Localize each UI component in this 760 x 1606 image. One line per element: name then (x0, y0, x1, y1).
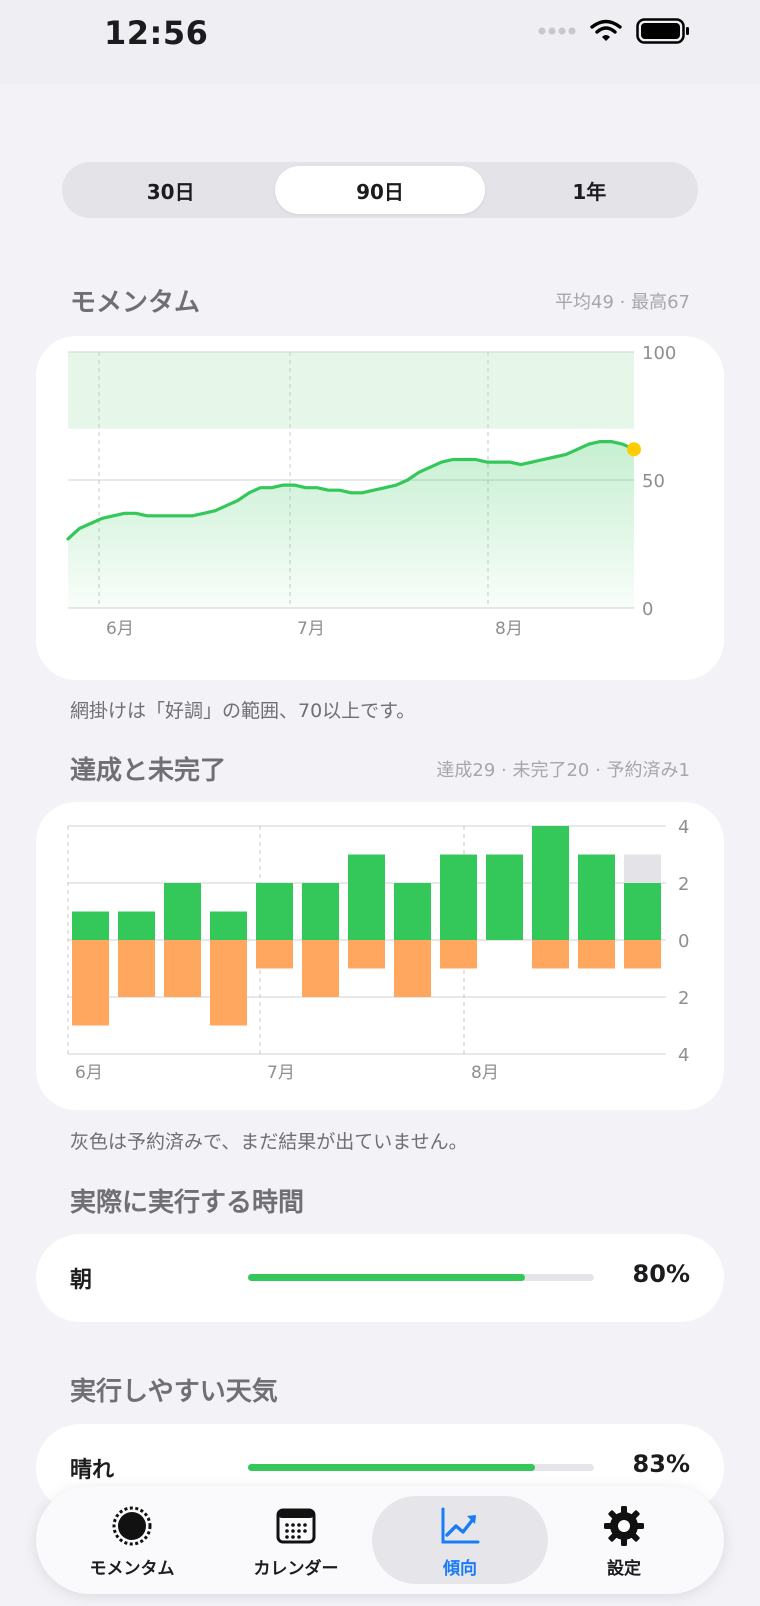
y-tick-label: 2 (678, 988, 689, 1009)
status-time: 12:56 (104, 14, 209, 52)
y-tick-label: 0 (642, 599, 653, 620)
missed-bar (256, 940, 293, 969)
y-tick-label: 0 (678, 931, 689, 952)
status-bar: 12:56 (0, 0, 760, 84)
momentum-note: 網掛けは「好調」の範囲、70以上です。 (70, 700, 416, 722)
completed-bar (348, 854, 385, 940)
missed-bar (118, 940, 155, 997)
calendar-icon (276, 1508, 316, 1544)
y-tick-label: 4 (678, 817, 689, 838)
row-label: 朝 (70, 1268, 93, 1293)
momentum-chart: 0 50 100 6月 7月 8月 (66, 343, 676, 639)
missed-bar (210, 940, 247, 1026)
tab-label: 設定 (607, 1559, 641, 1579)
tab-label: 傾向 (443, 1559, 477, 1579)
tab-label: カレンダー (253, 1559, 339, 1579)
y-tick-label: 50 (642, 471, 665, 492)
completed-bar (624, 883, 661, 940)
battery-icon (636, 18, 689, 44)
missed-bar (302, 940, 339, 997)
completed-bar (440, 854, 477, 940)
missed-bar (348, 940, 385, 969)
momentum-meta: 平均49 · 最高67 (555, 292, 690, 313)
row-value: 80% (632, 1260, 690, 1288)
momentum-card: 0 50 100 6月 7月 8月 (36, 336, 724, 680)
y-tick-label: 2 (678, 874, 689, 895)
time-of-day-title: 実際に実行する時間 (70, 1188, 305, 1218)
time-of-day-row-morning: 朝 80% (36, 1234, 724, 1322)
segment-30d[interactable]: 30日 (66, 166, 275, 214)
momentum-title: モメンタム (70, 288, 201, 318)
x-tick-label: 8月 (471, 1063, 499, 1083)
tab-bar: モメンタム カレンダー 傾向 設定 (36, 1486, 724, 1594)
x-tick-label: 7月 (267, 1063, 295, 1083)
tab-settings[interactable]: 設定 (536, 1496, 712, 1584)
completion-chart: 4 2 0 2 4 6月 7月 8月 (67, 817, 689, 1083)
completed-bar (578, 854, 615, 940)
momentum-area (68, 441, 634, 608)
wifi-icon (590, 19, 622, 41)
missed-bar (164, 940, 201, 997)
missed-bar (624, 940, 661, 969)
completed-bar (532, 826, 569, 940)
segment-1y[interactable]: 1年 (485, 166, 694, 214)
completion-meta: 達成29 · 未完了20 · 予約済み1 (436, 760, 690, 781)
completed-bar (164, 883, 201, 940)
completed-bar (394, 883, 431, 940)
range-segmented-control: 30日 90日 1年 (62, 162, 698, 218)
progress-track (248, 1464, 594, 1471)
tab-trends[interactable]: 傾向 (372, 1496, 548, 1584)
trend-chart-icon (441, 1507, 480, 1544)
tab-calendar[interactable]: カレンダー (208, 1496, 384, 1584)
completed-bar (302, 883, 339, 940)
good-range-band (68, 352, 634, 429)
missed-bar (440, 940, 477, 969)
progress-fill (248, 1274, 525, 1281)
row-value: 83% (632, 1450, 690, 1478)
missed-bar (394, 940, 431, 997)
y-tick-label: 4 (678, 1045, 689, 1066)
y-tick-label: 100 (642, 343, 676, 364)
x-tick-label: 7月 (297, 619, 325, 639)
missed-bar (532, 940, 569, 969)
completion-title: 達成と未完了 (70, 756, 227, 786)
tab-momentum[interactable]: モメンタム (44, 1496, 220, 1584)
tab-label: モメンタム (89, 1559, 175, 1579)
completed-bar (210, 911, 247, 940)
missed-bar (72, 940, 109, 1026)
completed-bar (486, 854, 523, 940)
momentum-ring-icon (112, 1506, 152, 1546)
segment-90d[interactable]: 90日 (275, 166, 485, 214)
completed-bar (118, 911, 155, 940)
completion-card: 4 2 0 2 4 6月 7月 8月 (36, 802, 724, 1110)
progress-fill (248, 1464, 536, 1471)
x-tick-label: 6月 (75, 1063, 103, 1083)
completed-bar (72, 911, 109, 940)
status-icons (538, 18, 690, 44)
row-label: 晴れ (70, 1458, 115, 1483)
gear-icon (604, 1506, 644, 1546)
signal-icon (538, 27, 576, 35)
x-tick-label: 6月 (106, 619, 134, 639)
weather-title: 実行しやすい天気 (70, 1377, 278, 1407)
scheduled-bar (624, 854, 661, 883)
completed-bar (256, 883, 293, 940)
progress-track (248, 1274, 594, 1281)
missed-bar (578, 940, 615, 969)
current-point (627, 442, 641, 457)
completion-note: 灰色は予約済みで、まだ結果が出ていません。 (70, 1131, 468, 1153)
x-tick-label: 8月 (495, 619, 523, 639)
